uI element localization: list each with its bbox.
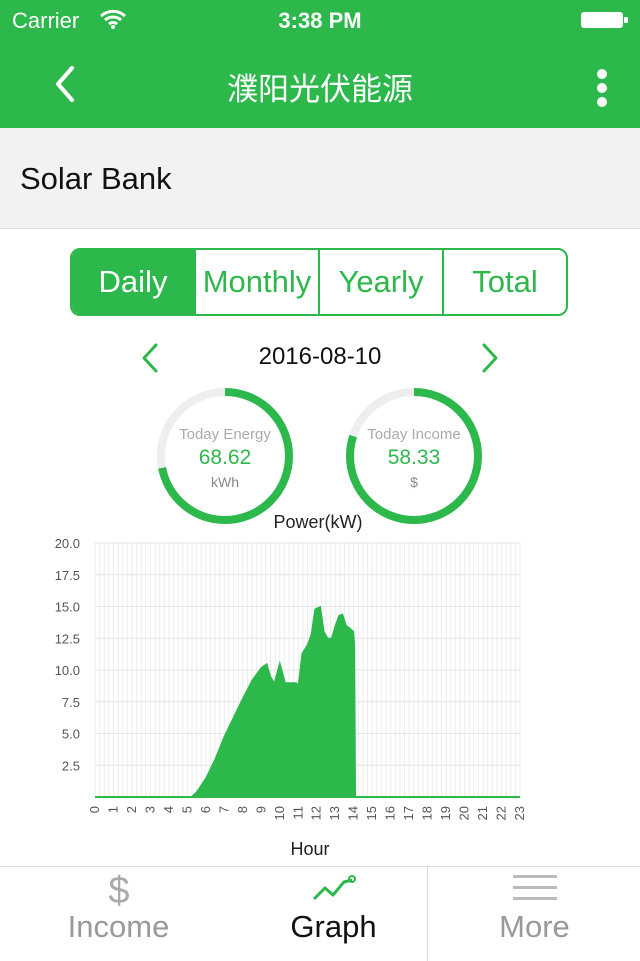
station-name: Solar Bank	[20, 161, 172, 196]
x-tick-label: 17	[401, 806, 416, 820]
tab-graph-label: Graph	[290, 909, 377, 944]
x-tick-label: 10	[272, 806, 287, 820]
period-segmented-control: Daily Monthly Yearly Total	[70, 248, 568, 316]
line-graph-icon	[227, 871, 440, 910]
power-chart: Power(kW) 20.0 17.5 15.0 12.5 10.0 7.5 5.0 2.5 …	[0, 510, 640, 865]
x-tick-label: 8	[235, 806, 250, 813]
more-options-button[interactable]	[594, 68, 610, 108]
today-energy-gauge: Today Energy 68.62 kWh	[155, 386, 295, 526]
x-tick-label: 7	[216, 806, 231, 813]
x-tick-label: 23	[512, 806, 527, 820]
gauge-unit: $	[410, 474, 418, 490]
gauge-label: Today Income	[367, 426, 461, 443]
y-tick-label: 10.0	[55, 663, 80, 678]
gauge-value: 68.62	[198, 446, 252, 469]
x-tick-label: 16	[383, 806, 398, 820]
next-date-button[interactable]	[478, 340, 502, 381]
x-tick-label: 22	[494, 806, 509, 820]
hamburger-menu-icon	[428, 871, 640, 910]
tab-daily[interactable]: Daily	[72, 250, 194, 314]
svg-text:$: $	[108, 871, 129, 909]
page-title: 濮阳光伏能源	[227, 72, 413, 107]
x-tick-label: 18	[420, 806, 435, 820]
x-tick-label: 13	[327, 806, 342, 820]
y-tick-label: 7.5	[62, 695, 80, 710]
power-chart-svg: Power(kW) 20.017.515.012.510.07.55.02.5 …	[55, 512, 527, 859]
tab-total[interactable]: Total	[442, 250, 566, 314]
chart-title: Power(kW)	[274, 512, 363, 532]
x-tick-label: 15	[364, 806, 379, 820]
x-tick-label: 1	[105, 806, 120, 813]
tab-graph[interactable]: Graph	[227, 867, 440, 961]
current-date: 2016-08-10	[258, 343, 382, 370]
x-tick-label: 2	[124, 806, 139, 813]
x-tick-label: 12	[309, 806, 324, 820]
x-tick-label: 14	[346, 806, 361, 820]
x-axis-label: Hour	[290, 839, 329, 859]
x-tick-label: 20	[457, 806, 472, 820]
y-tick-label: 20.0	[55, 536, 80, 551]
gauge-value: 58.33	[387, 446, 441, 469]
dollar-icon: $	[12, 870, 225, 914]
tab-income-label: Income	[67, 909, 170, 944]
battery-icon	[580, 11, 630, 29]
tab-more[interactable]: More	[427, 867, 640, 961]
tab-income[interactable]: $ Income	[12, 867, 225, 961]
today-income-gauge: Today Income 58.33 $	[344, 386, 484, 526]
x-tick-label: 9	[253, 806, 268, 813]
tab-yearly[interactable]: Yearly	[318, 250, 442, 314]
station-header: Solar Bank	[0, 128, 640, 229]
x-tick-label: 6	[198, 806, 213, 813]
gauge-unit: kWh	[211, 474, 239, 490]
status-bar: Carrier 3:38 PM	[0, 0, 640, 40]
gauge-label: Today Energy	[179, 426, 271, 443]
x-tick-label: 21	[475, 806, 490, 820]
y-tick-label: 15.0	[55, 600, 80, 615]
tab-monthly[interactable]: Monthly	[194, 250, 318, 314]
x-tick-label: 4	[161, 806, 176, 813]
vertical-ellipsis-icon	[597, 69, 607, 107]
x-tick-label: 5	[179, 806, 194, 813]
x-tick-label: 11	[290, 806, 305, 820]
x-tick-label: 3	[142, 806, 157, 813]
nav-bar: 濮阳光伏能源	[0, 40, 640, 128]
status-time: 3:38 PM	[278, 8, 362, 33]
y-tick-label: 2.5	[62, 758, 80, 773]
y-tick-label: 12.5	[55, 631, 80, 646]
tab-more-label: More	[499, 909, 570, 944]
x-tick-label: 19	[438, 806, 453, 820]
chevron-right-icon	[482, 343, 498, 373]
x-tick-label: 0	[87, 806, 102, 813]
y-tick-label: 5.0	[62, 727, 80, 742]
bottom-tab-bar: $ Income Graph More	[0, 866, 640, 961]
y-tick-label: 17.5	[55, 568, 80, 583]
